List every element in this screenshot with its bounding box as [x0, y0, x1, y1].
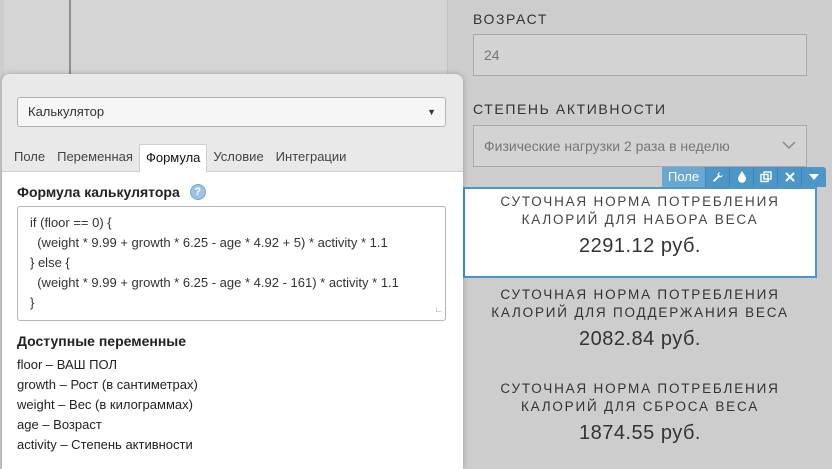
variables-list: floor – ВАШ ПОЛ growth – Рост (в сантиме… — [17, 355, 448, 455]
toolbar-field-label[interactable]: Поле — [662, 167, 707, 187]
activity-label: СТЕПЕНЬ АКТИВНОСТИ — [473, 101, 667, 117]
tab-integrations[interactable]: Интеграции — [270, 144, 353, 172]
chevron-down-icon — [782, 126, 796, 166]
variable-item: age – Возраст — [17, 417, 102, 432]
activity-select[interactable]: Физические нагрузки 2 раза в неделю — [473, 125, 807, 167]
caret-down-icon[interactable] — [802, 167, 826, 187]
result-maintain[interactable]: СУТОЧНАЯ НОРМА ПОТРЕБЛЕНИЯ КАЛОРИЙ ДЛЯ П… — [463, 286, 817, 351]
help-icon[interactable]: ? — [189, 184, 206, 200]
result-gain[interactable]: СУТОЧНАЯ НОРМА ПОТРЕБЛЕНИЯ КАЛОРИЙ ДЛЯ Н… — [463, 187, 817, 278]
result-loss[interactable]: СУТОЧНАЯ НОРМА ПОТРЕБЛЕНИЯ КАЛОРИЙ ДЛЯ С… — [463, 380, 817, 445]
formula-section-title: Формула калькулятора ? — [17, 184, 448, 200]
result-gain-title: СУТОЧНАЯ НОРМА ПОТРЕБЛЕНИЯ КАЛОРИЙ ДЛЯ Н… — [500, 194, 780, 227]
formula-textarea[interactable]: if (floor == 0) { (weight * 9.99 + growt… — [17, 206, 446, 321]
panel-tabs: Поле Переменная Формула Условие Интеграц… — [8, 144, 353, 173]
result-loss-title: СУТОЧНАЯ НОРМА ПОТРЕБЛЕНИЯ КАЛОРИЙ ДЛЯ С… — [500, 381, 780, 414]
age-label: ВОЗРАСТ — [473, 11, 549, 27]
variable-item: growth – Рост (в сантиметрах) — [17, 377, 198, 392]
field-toolbar: Поле — [662, 167, 827, 187]
result-loss-value: 1874.55 руб. — [579, 422, 701, 444]
tab-formula[interactable]: Формула — [138, 144, 208, 173]
variable-item: weight – Вес (в килограммах) — [17, 397, 193, 412]
variable-item: floor – ВАШ ПОЛ — [17, 357, 118, 372]
result-maintain-title: СУТОЧНАЯ НОРМА ПОТРЕБЛЕНИЯ КАЛОРИЙ ДЛЯ П… — [491, 287, 789, 320]
field-type-select[interactable]: Калькулятор ▼ — [17, 97, 446, 127]
activity-select-value: Физические нагрузки 2 раза в неделю — [484, 138, 730, 154]
tab-field[interactable]: Поле — [8, 144, 51, 172]
field-settings-panel: Калькулятор ▼ Поле Переменная Формула Ус… — [2, 74, 463, 469]
variables-title: Доступные переменные — [17, 333, 187, 349]
divider-line — [69, 0, 71, 78]
resize-grip-icon[interactable]: ∟ — [434, 299, 443, 319]
formula-title-text: Формула калькулятора — [17, 184, 180, 200]
panel-header: Калькулятор ▼ Поле Переменная Формула Ус… — [2, 74, 463, 173]
tab-variable[interactable]: Переменная — [51, 144, 139, 172]
result-maintain-value: 2082.84 руб. — [579, 328, 701, 350]
variable-item: activity – Степень активности — [17, 437, 193, 452]
formula-text: if (floor == 0) { (weight * 9.99 + growt… — [30, 215, 399, 310]
field-type-value: Калькулятор — [28, 104, 105, 119]
tab-condition[interactable]: Условие — [207, 144, 269, 172]
close-icon[interactable] — [778, 167, 803, 187]
copy-icon[interactable] — [754, 167, 779, 187]
drop-icon[interactable] — [730, 167, 755, 187]
age-input[interactable]: 24 — [473, 34, 807, 76]
result-gain-value: 2291.12 руб. — [579, 235, 701, 257]
caret-down-icon: ▼ — [427, 107, 436, 117]
panel-body: Формула калькулятора ? if (floor == 0) {… — [2, 172, 463, 455]
wrench-icon[interactable] — [706, 167, 731, 187]
